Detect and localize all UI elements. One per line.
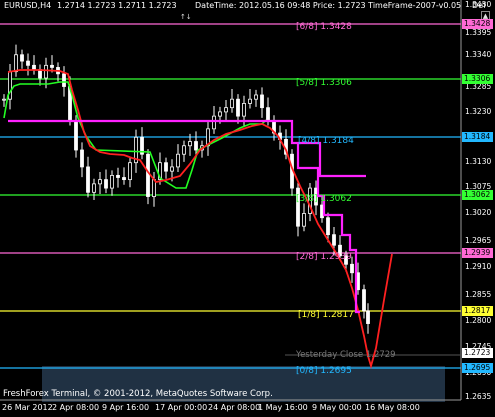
candle-body: [50, 64, 54, 68]
candle-body: [248, 98, 252, 104]
candle-body: [302, 213, 306, 227]
candle-body: [2, 98, 6, 101]
yesterday-close-label: Yesterday Close 1.2729: [296, 350, 396, 360]
candle-body: [62, 73, 66, 87]
candle-body: [242, 103, 246, 117]
indicator-info: DateTime: 2012.05.16 09:48 Price: 1.2723…: [195, 1, 462, 10]
candle-body: [182, 145, 186, 155]
price-tick-label: 1.3130: [465, 157, 492, 166]
time-label: 26 Mar 2012: [2, 403, 53, 412]
time-label: 16 May 08:00: [365, 403, 420, 412]
candle-body: [218, 111, 222, 117]
price-tick-label: 1.2965: [465, 236, 492, 245]
candle-body: [224, 107, 228, 113]
candle-body: [92, 183, 96, 193]
level-text: [0/8] 1.2695: [296, 366, 352, 376]
candle-body: [212, 115, 216, 130]
level-text: [6/8] 1.3428: [296, 22, 352, 32]
candle-body: [164, 162, 168, 172]
chart-canvas[interactable]: [0, 0, 495, 417]
candle-body: [116, 174, 120, 178]
candle-body: [362, 289, 366, 312]
level-price-badge: 1.2695: [462, 363, 493, 373]
time-label: 2 Apr 08:00: [52, 403, 100, 412]
current-price-badge: 1.2723: [462, 348, 493, 358]
ohlc-readout: 1.2714 1.2723 1.2711 1.2723: [57, 1, 177, 10]
price-tick-label: 1.2855: [465, 290, 492, 299]
red-trend-line: [7, 69, 393, 370]
candle-body: [14, 54, 18, 73]
candle-body: [260, 94, 264, 109]
level-text: [4/8] 1.3184: [298, 136, 354, 146]
price-tick-label: 1.2910: [465, 262, 492, 271]
sort-arrows-icon[interactable]: ↑↓: [180, 13, 192, 21]
level-text: [5/8] 1.3306: [296, 78, 352, 88]
level-text: [2/8] 1.2939: [296, 252, 352, 262]
level-price-badge: 1.3428: [462, 19, 493, 29]
symbol-label: EURUSD,H4: [4, 1, 52, 10]
level-price-badge: 1.3306: [462, 74, 493, 84]
time-label: 9 Apr 16:00: [102, 403, 150, 412]
candle-body: [80, 149, 84, 168]
copyright-text: FreshForex Terminal, © 2001-2012, MetaQu…: [3, 389, 273, 399]
candle-body: [194, 141, 198, 151]
time-label: 17 Apr 00:00: [155, 403, 208, 412]
candle-body: [332, 234, 336, 246]
candle-body: [86, 166, 90, 193]
candle-body: [122, 177, 126, 181]
candle-body: [170, 166, 174, 172]
candle-body: [104, 179, 108, 189]
candle-body: [32, 64, 36, 70]
level-text: [1/8] 1.2817: [298, 310, 354, 320]
price-tick-label: 1.3395: [465, 28, 492, 37]
candle-body: [236, 98, 240, 117]
candle-body: [44, 64, 48, 79]
candle-body: [326, 217, 330, 236]
price-tick-label: 1.2800: [465, 316, 492, 325]
candle-body: [26, 60, 30, 66]
level-price-badge: 1.3184: [462, 132, 493, 142]
candle-body: [176, 153, 180, 168]
candle-body: [366, 310, 370, 324]
candle-body: [8, 71, 12, 100]
price-tick-label: 1.2635: [465, 392, 492, 401]
candle-body: [98, 179, 102, 185]
candle-body: [146, 153, 150, 197]
candle-body: [74, 119, 78, 151]
price-tick-label: 1.3340: [465, 50, 492, 59]
price-chart[interactable]: EURUSD,H4 1.2714 1.2723 1.2711 1.2723 Da…: [0, 0, 495, 417]
price-tick-label: 1.3020: [465, 208, 492, 217]
candle-body: [110, 174, 114, 189]
price-tick-label: 1.3450: [465, 0, 492, 9]
lime-trend-line: [3, 81, 267, 189]
price-tick-label: 1.3230: [465, 107, 492, 116]
level-price-badge: 1.2817: [462, 306, 493, 316]
time-label: 9 May 00:00: [312, 403, 362, 412]
level-price-badge: 1.2939: [462, 248, 493, 258]
candle-body: [266, 107, 270, 121]
magenta-step-line: [8, 119, 366, 314]
time-label: 1 May 16:00: [258, 403, 308, 412]
candle-body: [20, 54, 24, 62]
level-price-badge: 1.3062: [462, 190, 493, 200]
candle-body: [230, 98, 234, 109]
time-label: 24 Apr 08:00: [208, 403, 261, 412]
level-text: [3/8] 1.3062: [296, 194, 352, 204]
candle-body: [254, 94, 258, 100]
candle-body: [188, 141, 192, 147]
candle-body: [128, 162, 132, 181]
candle-body: [350, 263, 354, 274]
